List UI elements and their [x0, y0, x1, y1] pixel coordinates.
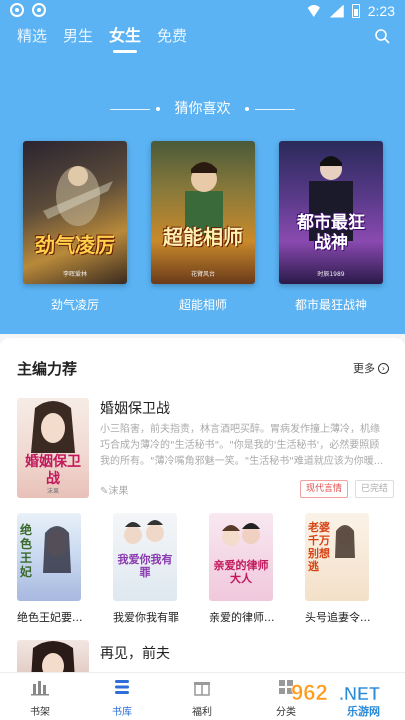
- genre-badge: 现代言情: [300, 480, 349, 498]
- tab-nvsheng[interactable]: 女生: [109, 25, 141, 55]
- book-name: 劲气凌厉: [50, 298, 99, 312]
- featured-book-cover[interactable]: 婚姻保卫战 沫果: [17, 398, 89, 498]
- cover-title: 老婆千万别想逃: [308, 521, 330, 573]
- section-title: 主编力荐: [17, 360, 78, 378]
- notification-icon: [10, 3, 24, 17]
- book-name: 我爱你我有罪: [113, 611, 179, 624]
- tab-jingxuan[interactable]: 精选: [17, 25, 47, 55]
- nav-welfare[interactable]: 福利: [172, 678, 232, 718]
- book-item[interactable]: 绝色王妃 绝色王妃要...: [17, 513, 83, 625]
- svg-text:962: 962: [291, 680, 328, 705]
- cover-title: 婚姻保卫战: [25, 454, 81, 487]
- nav-label: 书库: [112, 707, 132, 718]
- book-cover: 都市最狂战神 时辰1989: [279, 141, 383, 284]
- tab-mianfei[interactable]: 免费: [157, 25, 187, 55]
- featured-book-title[interactable]: 婚姻保卫战: [100, 398, 170, 418]
- guess-title: 猜你喜欢: [174, 101, 231, 117]
- guess-book[interactable]: 劲气凌厉 李晖爱林 劲气凌厉: [23, 141, 127, 313]
- cover-title: 亲爱的律师大人: [213, 559, 269, 585]
- svg-text:乐游网: 乐游网: [347, 704, 380, 718]
- header-area: 2:23 精选 男生 女生 免费 猜你喜欢 劲气凌厉 李晖爱林 劲气凌厉 超能相…: [0, 0, 405, 334]
- more-button[interactable]: 更多 ›: [353, 360, 389, 376]
- featured-book-description: 小三陷害，前夫指责，林言酒吧买醉。胃病发作撞上薄冷，机缘巧合成为薄冷的"生活秘书…: [100, 424, 384, 467]
- nav-bookshelf[interactable]: 书架: [10, 678, 70, 718]
- wifi-icon: [305, 5, 322, 17]
- status-time: 2:23: [367, 3, 395, 19]
- book-cover: 绝色王妃: [17, 513, 81, 601]
- guess-book[interactable]: 超能相师 花臂风台 超能相师: [151, 141, 255, 313]
- svg-text:.NET: .NET: [339, 684, 380, 704]
- book-item[interactable]: 亲爱的律师大人 亲爱的律师...: [209, 513, 275, 625]
- bookshelf-icon: [31, 681, 49, 696]
- cover-title: 劲气凌厉: [35, 233, 115, 257]
- cover-title: 都市最狂战神: [297, 213, 365, 253]
- nav-library[interactable]: 书库: [92, 678, 152, 718]
- cover-author: 花臂风台: [190, 271, 215, 278]
- search-icon[interactable]: [374, 28, 390, 44]
- book-cover: 劲气凌厉 李晖爱林: [23, 141, 127, 284]
- book-name: 亲爱的律师...: [209, 611, 275, 624]
- watermark-logo: 962 .NET 乐游网: [287, 676, 399, 718]
- status-badge: 已完结: [355, 480, 395, 498]
- notification-icon: [32, 3, 46, 17]
- cover-title: 绝色王妃: [20, 523, 33, 579]
- book-item[interactable]: 我爱你我有罪 我爱你我有罪: [113, 513, 179, 625]
- book-name: 都市最狂战神: [294, 298, 367, 312]
- featured-book-author: ✎沫果: [100, 486, 129, 497]
- nav-label: 书架: [30, 707, 50, 718]
- signal-icon: [329, 4, 344, 18]
- tab-nansheng[interactable]: 男生: [63, 25, 93, 55]
- book-cover: 我爱你我有罪: [113, 513, 177, 601]
- more-label: 更多: [353, 362, 375, 375]
- book-name: 头号追妻令...: [305, 611, 371, 624]
- gift-icon: [194, 682, 210, 696]
- cover-author: 李晖爱林: [62, 271, 87, 278]
- guess-book[interactable]: 都市最狂战神 时辰1989 都市最狂战神: [279, 141, 383, 313]
- chevron-right-icon: ›: [378, 362, 389, 374]
- cover-author: 沫果: [46, 488, 59, 495]
- book-cover: 亲爱的律师大人: [209, 513, 273, 601]
- editor-picks-section: 主编力荐 更多 › 婚姻保卫战 沫果 婚姻保卫战 小三陷害，前夫指责，林言酒吧买…: [0, 338, 405, 680]
- cover-title: 超能相师: [163, 225, 243, 249]
- cover-author: 时辰1989: [317, 271, 345, 278]
- book-name: 绝色王妃要...: [17, 611, 83, 624]
- book-cover: 超能相师 花臂风台: [151, 141, 255, 284]
- category-tabs: 精选 男生 女生 免费: [17, 25, 187, 55]
- battery-icon: [351, 4, 360, 18]
- nav-label: 福利: [192, 707, 212, 718]
- cover-title: 我爱你我有罪: [117, 553, 173, 579]
- library-icon: [115, 680, 129, 694]
- status-bar: 2:23: [0, 0, 405, 22]
- guess-section-header: 猜你喜欢: [0, 98, 405, 118]
- book-item[interactable]: 老婆千万别想逃 头号追妻令...: [305, 513, 371, 625]
- book-cover: 老婆千万别想逃: [305, 513, 369, 601]
- book-title[interactable]: 再见，前夫: [100, 643, 170, 663]
- book-name: 超能相师: [178, 298, 227, 312]
